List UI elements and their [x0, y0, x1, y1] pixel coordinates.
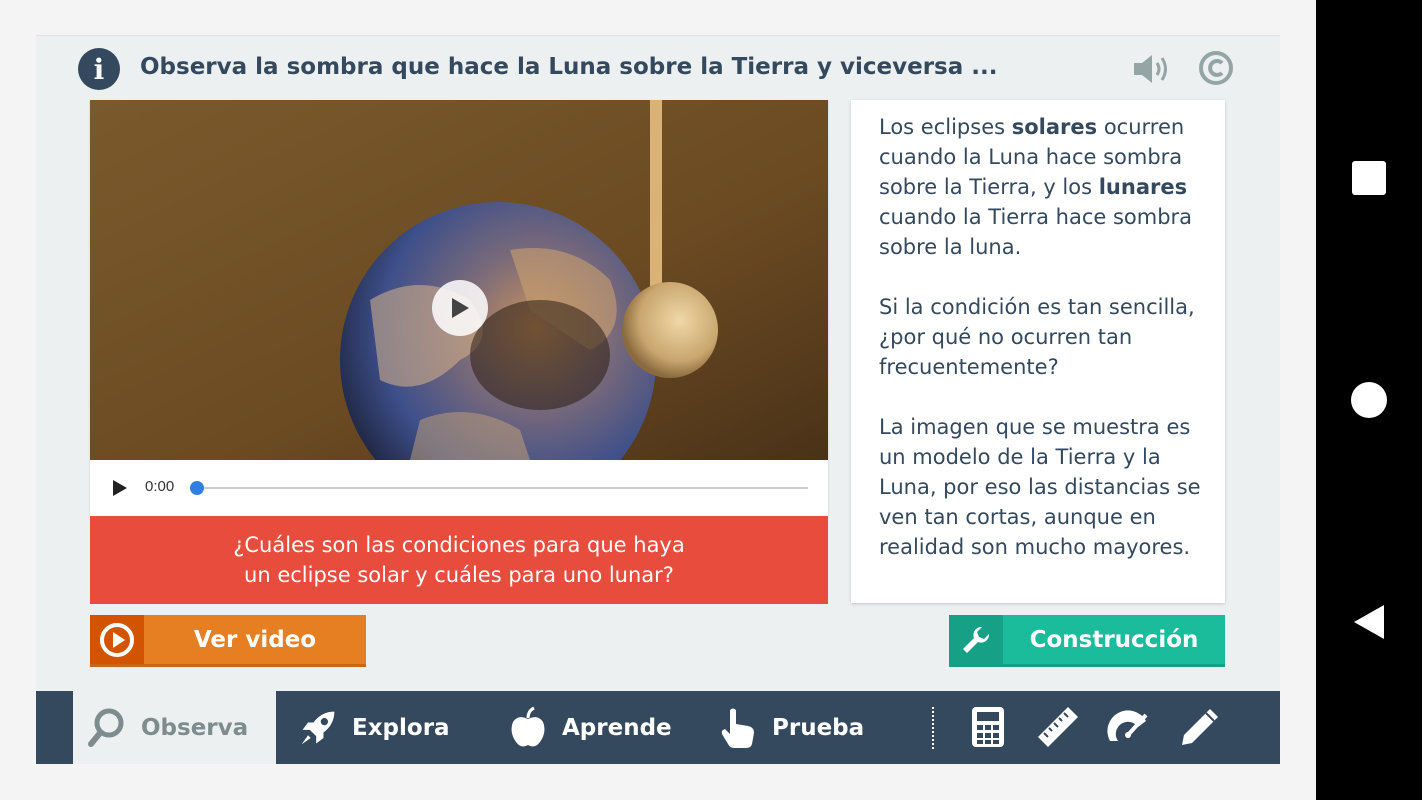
bold-solares: solares	[1011, 115, 1098, 139]
wrench-icon	[949, 615, 1003, 664]
ruler-icon[interactable]	[1036, 705, 1080, 749]
construccion-label: Construcción	[1029, 626, 1199, 653]
tab-explora-label: Explora	[352, 714, 450, 741]
tab-observa-label: Observa	[141, 714, 249, 741]
back-button[interactable]	[1352, 603, 1386, 641]
header: i Observa la sombra que hace la Luna sob…	[36, 36, 1280, 100]
apple-icon	[508, 706, 548, 750]
tab-aprende[interactable]: Aprende	[508, 691, 672, 764]
tab-explora[interactable]: Explora	[298, 691, 450, 764]
paragraph-1-text-e: cuando la Tierra hace sombra sobre la lu…	[879, 205, 1193, 259]
video-time: 0:00	[145, 478, 175, 495]
app-container: i Observa la sombra que hace la Luna sob…	[36, 36, 1280, 764]
paragraph-3: La imagen que se muestra es un modelo de…	[879, 415, 1201, 559]
play-circle-icon	[90, 615, 144, 664]
construccion-button[interactable]: Construcción	[949, 615, 1225, 667]
speaker-icon[interactable]	[1132, 52, 1172, 86]
video-player: 0:00	[90, 100, 828, 516]
bold-lunares: lunares	[1098, 175, 1188, 199]
calculator-icon[interactable]	[966, 705, 1010, 749]
recents-button[interactable]	[1352, 161, 1386, 195]
tab-aprende-label: Aprende	[562, 714, 672, 741]
home-button[interactable]	[1351, 382, 1387, 418]
page-title: Observa la sombra que hace la Luna sobre…	[140, 54, 998, 80]
copyright-icon[interactable]	[1198, 50, 1234, 86]
protractor-icon[interactable]	[1106, 705, 1150, 749]
ver-video-button[interactable]: Ver video	[90, 615, 366, 667]
paragraph-1: Los eclipses solares ocurren cuando la L…	[879, 112, 1209, 262]
tab-prueba-label: Prueba	[772, 714, 865, 741]
ver-video-label: Ver video	[193, 626, 317, 653]
info-icon[interactable]: i	[78, 48, 120, 90]
nav-divider	[932, 707, 934, 749]
rocket-icon	[298, 706, 338, 750]
tab-observa[interactable]: Observa	[73, 691, 276, 764]
bottom-navigation: Observa Explora Aprende Prueba	[36, 691, 1280, 764]
play-button[interactable]	[110, 478, 130, 498]
hand-pointer-icon	[718, 706, 758, 750]
search-icon	[87, 706, 127, 750]
question-line-1: ¿Cuáles son las condiciones para que hay…	[233, 533, 685, 557]
paragraph-2: Si la condición es tan sencilla, ¿por qu…	[879, 295, 1195, 379]
video-controls: 0:00	[90, 460, 828, 516]
video-play-overlay-button[interactable]	[432, 280, 488, 336]
paragraph-1-text-a: Los eclipses	[879, 115, 1012, 139]
pencil-icon[interactable]	[1178, 705, 1222, 749]
description-panel: Los eclipses solares ocurren cuando la L…	[851, 100, 1225, 603]
play-icon	[452, 298, 469, 318]
question-banner: ¿Cuáles son las condiciones para que hay…	[90, 516, 828, 604]
description-text: Los eclipses solares ocurren cuando la L…	[879, 112, 1209, 592]
question-line-2: un eclipse solar y cuáles para uno lunar…	[244, 563, 674, 587]
video-progress-knob[interactable]	[190, 481, 204, 495]
tab-prueba[interactable]: Prueba	[718, 691, 864, 764]
video-progress-track[interactable]	[196, 487, 808, 489]
video-frame[interactable]	[90, 100, 828, 460]
